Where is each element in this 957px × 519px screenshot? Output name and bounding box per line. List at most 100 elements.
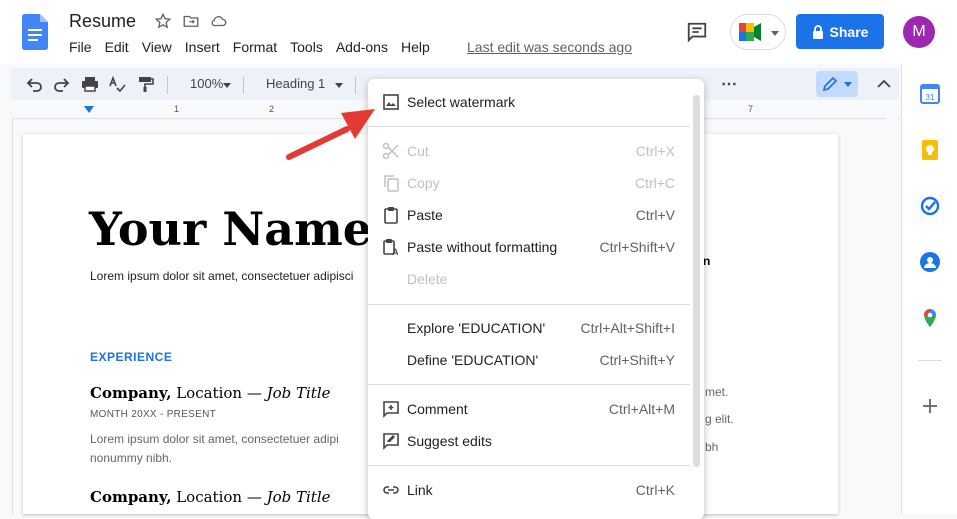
annotation-arrow-icon	[286, 109, 375, 160]
menu-item-paste[interactable]: Paste Ctrl+V	[368, 199, 690, 231]
toolbar-divider	[355, 76, 356, 94]
menu-item-shortcut: Ctrl+Alt+Shift+I	[580, 320, 675, 336]
vertical-ruler[interactable]	[0, 118, 13, 514]
job-entry-2[interactable]: Company, Location — Job Title	[90, 488, 331, 506]
undo-icon[interactable]	[25, 76, 43, 92]
menu-item-label: Define 'EDUCATION'	[407, 352, 539, 368]
chevron-down-icon	[771, 31, 779, 36]
menu-item-shortcut: Ctrl+Shift+V	[599, 239, 675, 255]
menu-item-select-watermark[interactable]: Select watermark	[368, 86, 690, 118]
add-icon[interactable]	[920, 396, 940, 416]
watermark-icon	[383, 94, 399, 110]
menu-bar: File Edit View Insert Format Tools Add-o…	[69, 39, 443, 55]
cut-icon	[382, 142, 399, 160]
menu-view[interactable]: View	[142, 39, 172, 55]
menu-divider	[368, 384, 690, 385]
docs-logo-icon[interactable]	[22, 14, 48, 50]
job-title: Job Title	[266, 488, 331, 506]
menu-item-delete[interactable]: Delete	[368, 263, 690, 295]
link-icon	[383, 486, 399, 494]
side-panel: 31	[901, 64, 957, 514]
last-edit-link[interactable]: Last edit was seconds ago	[467, 39, 632, 55]
menu-item-label: Copy	[407, 175, 440, 191]
comment-icon	[383, 401, 399, 418]
document-scrollbar[interactable]	[886, 118, 898, 514]
experience-heading[interactable]: EXPERIENCE	[90, 350, 172, 364]
zoom-chevron-down-icon[interactable]	[223, 83, 231, 88]
menu-addons[interactable]: Add-ons	[336, 39, 388, 55]
spellcheck-icon[interactable]	[108, 76, 126, 92]
collapse-menus-icon[interactable]	[875, 76, 893, 92]
menu-item-label: Delete	[407, 271, 448, 287]
move-folder-icon[interactable]	[182, 12, 200, 30]
lock-icon	[812, 24, 823, 39]
paste-plain-icon: A	[383, 239, 399, 256]
company-name: Company,	[90, 384, 172, 402]
redo-icon[interactable]	[53, 76, 71, 92]
comment-history-icon[interactable]	[686, 21, 708, 43]
menu-item-shortcut: Ctrl+Shift+Y	[599, 352, 675, 368]
paragraph-style-select[interactable]: Heading 1	[266, 76, 325, 91]
paste-icon	[384, 207, 398, 224]
app-header: Resume File Edit View Insert Format Tool…	[0, 0, 957, 64]
menu-item-label: Explore 'EDUCATION'	[407, 320, 546, 336]
more-options-icon[interactable]: ⋯	[721, 74, 737, 94]
job-location: Location —	[171, 488, 267, 506]
menu-tools[interactable]: Tools	[290, 39, 323, 55]
menu-item-label: Suggest edits	[407, 433, 492, 449]
menu-scrollbar[interactable]	[693, 95, 700, 467]
menu-item-paste-without-formatting[interactable]: A Paste without formatting Ctrl+Shift+V	[368, 231, 690, 263]
tasks-icon[interactable]	[920, 196, 940, 216]
menu-item-copy[interactable]: Copy Ctrl+C	[368, 167, 690, 199]
menu-item-shortcut: Ctrl+X	[635, 143, 675, 159]
chevron-down-icon	[844, 82, 852, 87]
svg-text:A: A	[392, 247, 399, 256]
job-entry-1[interactable]: Company, Location — Job Title	[90, 384, 331, 402]
menu-divider	[368, 304, 690, 305]
company-name: Company,	[90, 488, 172, 506]
menu-insert[interactable]: Insert	[185, 39, 220, 55]
menu-divider	[368, 465, 690, 466]
menu-item-suggest-edits[interactable]: Suggest edits	[368, 425, 690, 457]
menu-item-shortcut: Ctrl+C	[634, 175, 675, 191]
calendar-icon[interactable]: 31	[920, 84, 940, 104]
menu-item-link[interactable]: Link Ctrl+K	[368, 474, 690, 506]
share-button[interactable]: Share	[796, 14, 884, 49]
menu-item-shortcut: Ctrl+K	[635, 482, 675, 498]
contacts-icon[interactable]	[920, 252, 940, 272]
right-text-fragment: g elit.	[705, 412, 734, 426]
menu-item-cut[interactable]: Cut Ctrl+X	[368, 135, 690, 167]
menu-item-explore[interactable]: Explore 'EDUCATION' Ctrl+Alt+Shift+I	[368, 312, 690, 344]
editing-mode-button[interactable]	[816, 71, 858, 97]
right-text-fragment: met.	[705, 385, 729, 399]
menu-file[interactable]: File	[69, 39, 92, 55]
intro-text[interactable]: Lorem ipsum dolor sit amet, consectetuer…	[90, 269, 353, 283]
job-description[interactable]: Lorem ipsum dolor sit amet, consectetuer…	[90, 430, 339, 468]
indent-marker[interactable]	[84, 106, 94, 113]
maps-icon[interactable]	[920, 308, 940, 328]
meet-button[interactable]	[730, 14, 786, 50]
document-title[interactable]: Resume	[69, 11, 136, 32]
menu-edit[interactable]: Edit	[105, 39, 129, 55]
svg-text:31: 31	[926, 93, 935, 102]
menu-help[interactable]: Help	[401, 39, 430, 55]
menu-item-label: Paste without formatting	[407, 239, 558, 255]
job-date[interactable]: MONTH 20XX - PRESENT	[90, 409, 216, 420]
print-icon[interactable]	[81, 76, 99, 92]
keep-icon[interactable]	[920, 140, 940, 160]
paint-format-icon[interactable]	[136, 76, 154, 92]
resume-name-heading[interactable]: Your Name	[89, 202, 372, 256]
menu-format[interactable]: Format	[233, 39, 277, 55]
menu-item-define[interactable]: Define 'EDUCATION' Ctrl+Shift+Y	[368, 344, 690, 376]
avatar[interactable]: M	[903, 16, 935, 48]
ruler-number: 7	[748, 104, 754, 114]
style-chevron-down-icon[interactable]	[335, 83, 343, 88]
menu-item-shortcut: Ctrl+Alt+M	[608, 401, 675, 417]
copy-icon	[384, 175, 399, 192]
toolbar-divider	[167, 76, 168, 94]
menu-item-comment[interactable]: Comment Ctrl+Alt+M	[368, 393, 690, 425]
star-icon[interactable]	[154, 12, 172, 30]
toolbar-divider	[243, 76, 244, 94]
zoom-select[interactable]: 100%	[190, 76, 223, 91]
cloud-status-icon[interactable]	[210, 12, 228, 30]
